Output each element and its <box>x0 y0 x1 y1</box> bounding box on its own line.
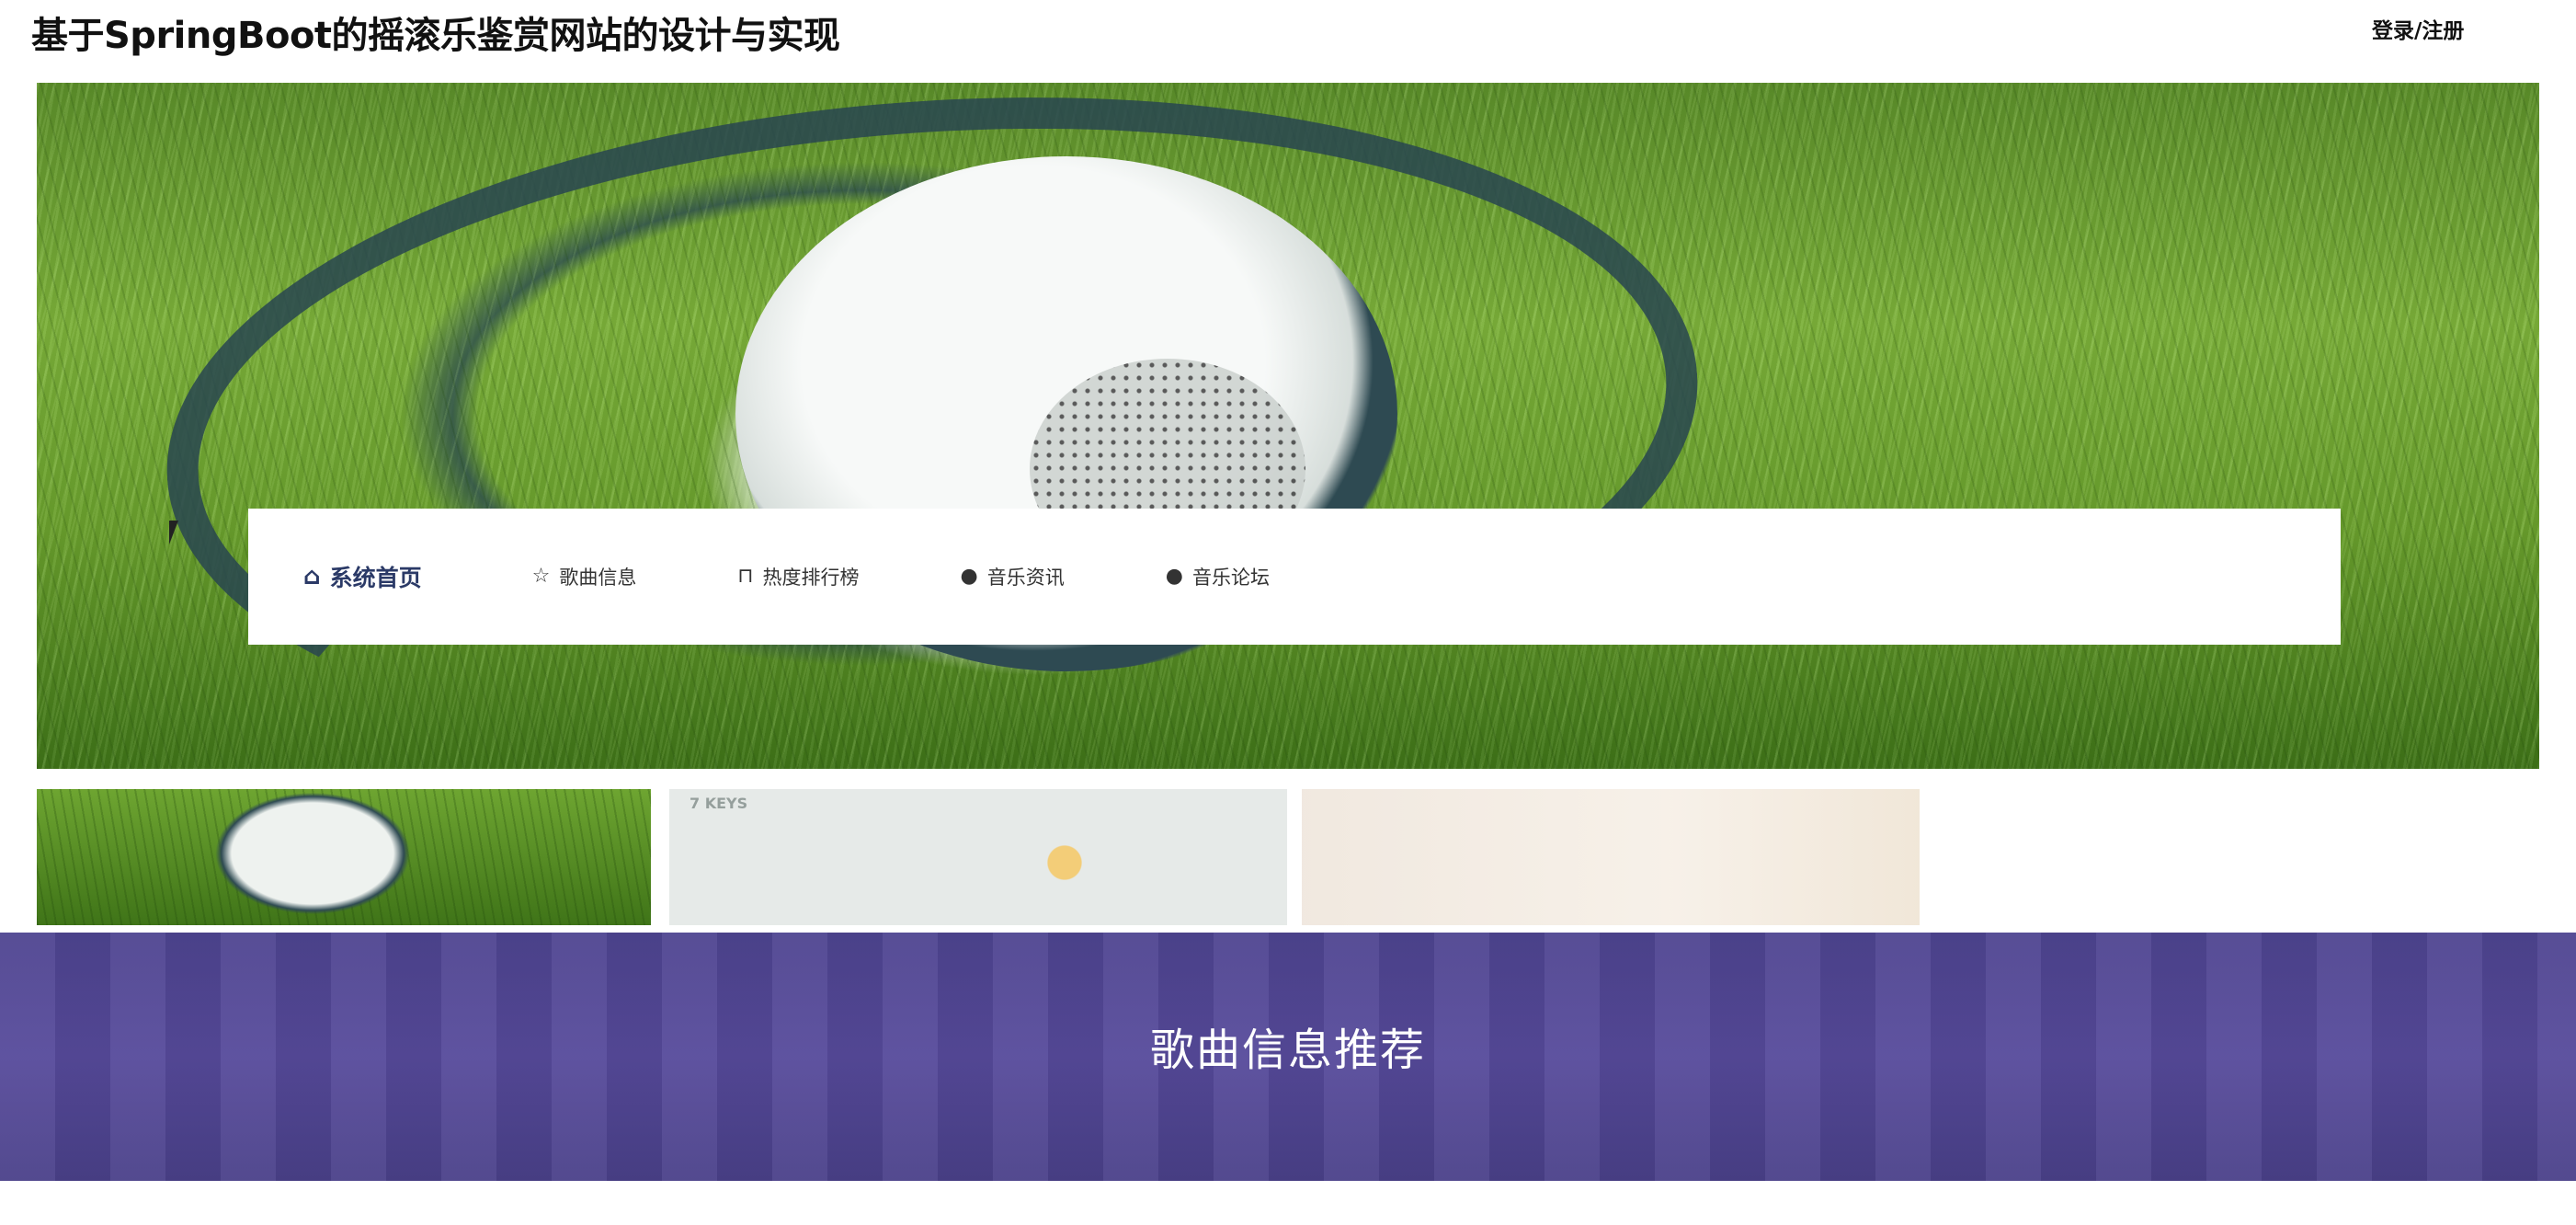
page: 基于SpringBoot的摇滚乐鉴赏网站的设计与实现 登录/注册 › ⌂ 系统首… <box>0 0 2576 1225</box>
nav-item-songs[interactable]: ☆ 歌曲信息 <box>532 563 637 590</box>
question-circle-icon: ● <box>1165 565 1183 588</box>
login-register-link[interactable]: 登录/注册 <box>2372 13 2464 44</box>
nav-item-ranking[interactable]: ⊓ 热度排行榜 <box>737 563 859 590</box>
main-nav: ⌂ 系统首页 ☆ 歌曲信息 ⊓ 热度排行榜 ● 音乐资讯 ● 音乐论坛 <box>248 509 2341 645</box>
nav-item-label: 歌曲信息 <box>559 567 637 589</box>
carousel-thumbnail-1[interactable] <box>37 789 651 925</box>
banner-carousel[interactable]: › <box>37 83 2539 769</box>
star-icon: ☆ <box>531 565 551 588</box>
nav-item-label: 音乐资讯 <box>986 567 1065 589</box>
recommend-section: 歌曲信息推荐 <box>0 933 2576 1181</box>
bag-icon: ⊓ <box>737 565 754 588</box>
section-title: 歌曲信息推荐 <box>1149 1025 1426 1076</box>
nav-item-label: 音乐论坛 <box>1191 567 1270 589</box>
nav-item-news[interactable]: ● 音乐资讯 <box>961 563 1065 590</box>
mouse-cursor <box>169 521 178 544</box>
nav-item-home[interactable]: ⌂ 系统首页 <box>303 560 422 593</box>
nav-item-label: 热度排行榜 <box>762 567 860 589</box>
site-title: 基于SpringBoot的摇滚乐鉴赏网站的设计与实现 <box>31 15 840 57</box>
thumbnail-text: 7 KEYS <box>690 795 748 812</box>
nav-item-forum[interactable]: ● 音乐论坛 <box>1166 563 1270 590</box>
nav-item-label: 系统首页 <box>329 565 422 591</box>
home-icon: ⌂ <box>303 563 321 590</box>
carousel-thumbnail-2[interactable]: 7 KEYS <box>669 789 1287 925</box>
carousel-thumbnail-3[interactable] <box>1302 789 1920 925</box>
exclamation-circle-icon: ● <box>960 565 978 588</box>
